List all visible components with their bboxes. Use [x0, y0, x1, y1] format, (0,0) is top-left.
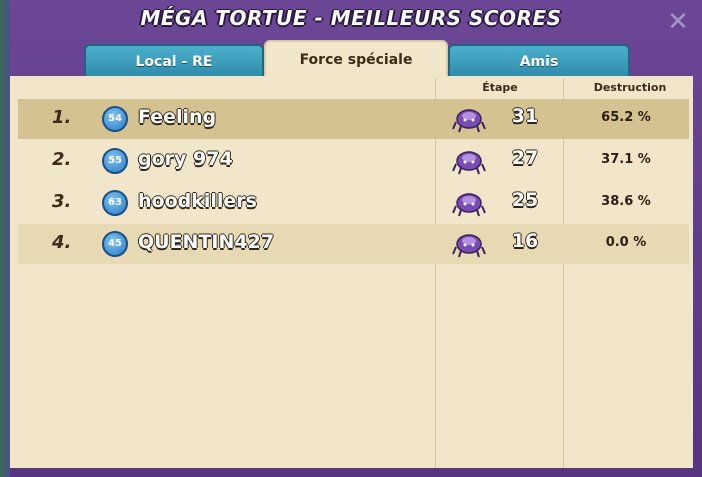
- column-header-destruction: Destruction: [593, 81, 667, 94]
- rank-label: 2.: [52, 149, 72, 170]
- level-badge: 54: [102, 106, 128, 132]
- stage-value: 31: [511, 105, 539, 127]
- table-row[interactable]: 2. 55 gory 974 27 37.1 %: [18, 141, 689, 181]
- level-badge: 55: [102, 148, 128, 174]
- table-row[interactable]: 3. 63 hoodkillers 25 38.6 %: [18, 183, 689, 223]
- table-row[interactable]: 1. 54 Feeling 31 65.2 %: [18, 99, 689, 139]
- destruction-value: 37.1 %: [601, 152, 651, 167]
- player-name[interactable]: QUENTIN427: [138, 231, 274, 253]
- player-name[interactable]: Feeling: [138, 106, 216, 128]
- player-name[interactable]: hoodkillers: [138, 190, 257, 212]
- stage-value: 25: [511, 189, 539, 211]
- rank-label: 1.: [52, 107, 72, 128]
- level-badge: 63: [102, 190, 128, 216]
- level-badge: 45: [102, 231, 128, 257]
- rank-label: 3.: [52, 191, 72, 212]
- mega-turtle-icon: [452, 109, 486, 133]
- mega-turtle-icon: [452, 151, 486, 175]
- tab-amis[interactable]: Amis: [448, 44, 630, 78]
- background-strip: [0, 0, 10, 477]
- tab-local[interactable]: Local - RE: [84, 44, 264, 78]
- destruction-value: 38.6 %: [601, 194, 651, 209]
- rank-label: 4.: [52, 232, 72, 253]
- stage-value: 27: [511, 147, 539, 169]
- column-header-stage: Étape: [482, 81, 518, 94]
- mega-turtle-icon: [452, 193, 486, 217]
- destruction-value: 65.2 %: [601, 110, 651, 125]
- destruction-value: 0.0 %: [605, 235, 647, 250]
- window-title: MÉGA TORTUE - MEILLEURS SCORES: [140, 6, 562, 30]
- mega-turtle-icon: [452, 234, 486, 258]
- close-icon[interactable]: ✕: [666, 9, 690, 35]
- table-row[interactable]: 4. 45 QUENTIN427 16 0.0 %: [18, 224, 689, 264]
- tab-force-speciale[interactable]: Force spéciale: [264, 40, 448, 80]
- player-name[interactable]: gory 974: [138, 148, 233, 170]
- stage-value: 16: [511, 230, 539, 252]
